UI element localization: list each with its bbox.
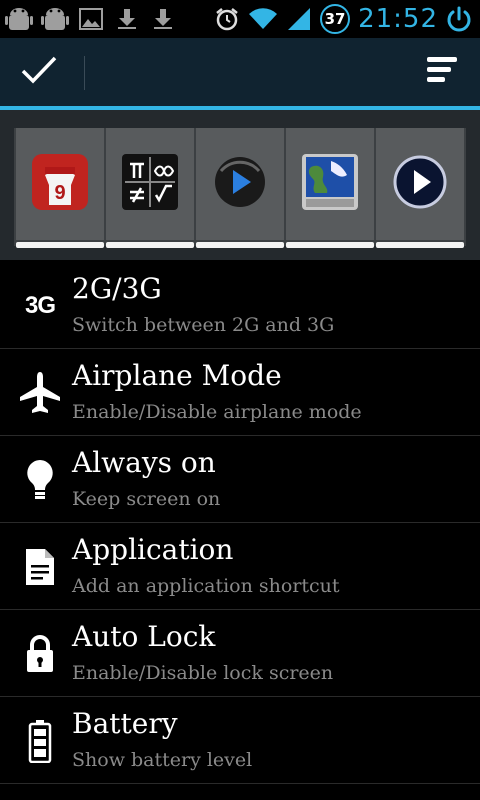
network-3g-icon: 3G (24, 292, 56, 319)
slot-indicator (376, 242, 464, 248)
notification-count-badge: 37 (320, 4, 351, 34)
shortcut-slot[interactable] (196, 128, 284, 248)
item-subtitle: Show battery level (72, 749, 253, 771)
sort-icon (425, 56, 459, 88)
item-title: Always on (72, 446, 216, 479)
shortcut-tray: 9 (0, 110, 480, 260)
airplane-icon (14, 367, 66, 419)
list-item-airplane-mode[interactable]: Airplane Mode Enable/Disable airplane mo… (0, 349, 480, 436)
shortcut-slot[interactable] (376, 128, 464, 248)
checkmark-icon (20, 55, 58, 89)
shortcut-slot[interactable]: 9 (16, 128, 104, 248)
svg-text:9: 9 (54, 182, 65, 204)
media-player-app-icon (213, 155, 267, 213)
android-icon (40, 4, 70, 34)
download-icon (148, 4, 178, 34)
action-bar (0, 38, 480, 106)
shortcut-slot[interactable] (106, 128, 194, 248)
item-title: 2G/3G (72, 272, 162, 305)
slot-indicator (286, 242, 374, 248)
item-title: Application (72, 533, 234, 566)
item-title: Battery (72, 707, 178, 740)
done-button[interactable] (14, 50, 64, 94)
slot-indicator (16, 242, 104, 248)
item-subtitle: Switch between 2G and 3G (72, 314, 335, 336)
item-subtitle: Keep screen on (72, 488, 221, 510)
alarm-icon (212, 4, 242, 34)
item-title: Auto Lock (72, 620, 216, 653)
wifi-icon (248, 4, 278, 34)
com2us-baseball-app-icon: 9 (31, 153, 89, 215)
sort-menu-button[interactable] (420, 52, 464, 92)
item-subtitle: Enable/Disable airplane mode (72, 401, 362, 423)
list-item-always-on[interactable]: Always on Keep screen on (0, 436, 480, 523)
slot-indicator (196, 242, 284, 248)
signal-icon (284, 4, 314, 34)
lock-icon (14, 628, 66, 680)
toggle-list: 3G 2G/3G Switch between 2G and 3G Airpla… (0, 262, 480, 784)
weather-globe-app-icon (301, 153, 359, 215)
lightbulb-icon (14, 454, 66, 506)
item-subtitle: Enable/Disable lock screen (72, 662, 334, 684)
battery-icon (14, 715, 66, 767)
shortcut-slot[interactable] (286, 128, 374, 248)
list-item-application[interactable]: Application Add an application shortcut (0, 523, 480, 610)
list-item-2g3g[interactable]: 3G 2G/3G Switch between 2G and 3G (0, 262, 480, 349)
status-bar: 37 21:52 (0, 0, 480, 38)
list-item-battery[interactable]: Battery Show battery level (0, 697, 480, 784)
list-item-auto-lock[interactable]: Auto Lock Enable/Disable lock screen (0, 610, 480, 697)
system-icons: 37 21:52 (212, 2, 474, 36)
document-icon (14, 541, 66, 593)
notification-icons (4, 4, 178, 34)
shortcut-strip: 9 (14, 128, 466, 248)
image-icon (76, 4, 106, 34)
slot-indicator (106, 242, 194, 248)
power-icon[interactable] (444, 4, 474, 34)
android-icon (4, 4, 34, 34)
divider (84, 56, 85, 90)
video-player-app-icon (393, 155, 447, 213)
math-symbols-app-icon (121, 153, 179, 215)
clock: 21:52 (358, 4, 438, 34)
item-subtitle: Add an application shortcut (72, 575, 340, 597)
item-title: Airplane Mode (72, 359, 282, 392)
download-icon (112, 4, 142, 34)
